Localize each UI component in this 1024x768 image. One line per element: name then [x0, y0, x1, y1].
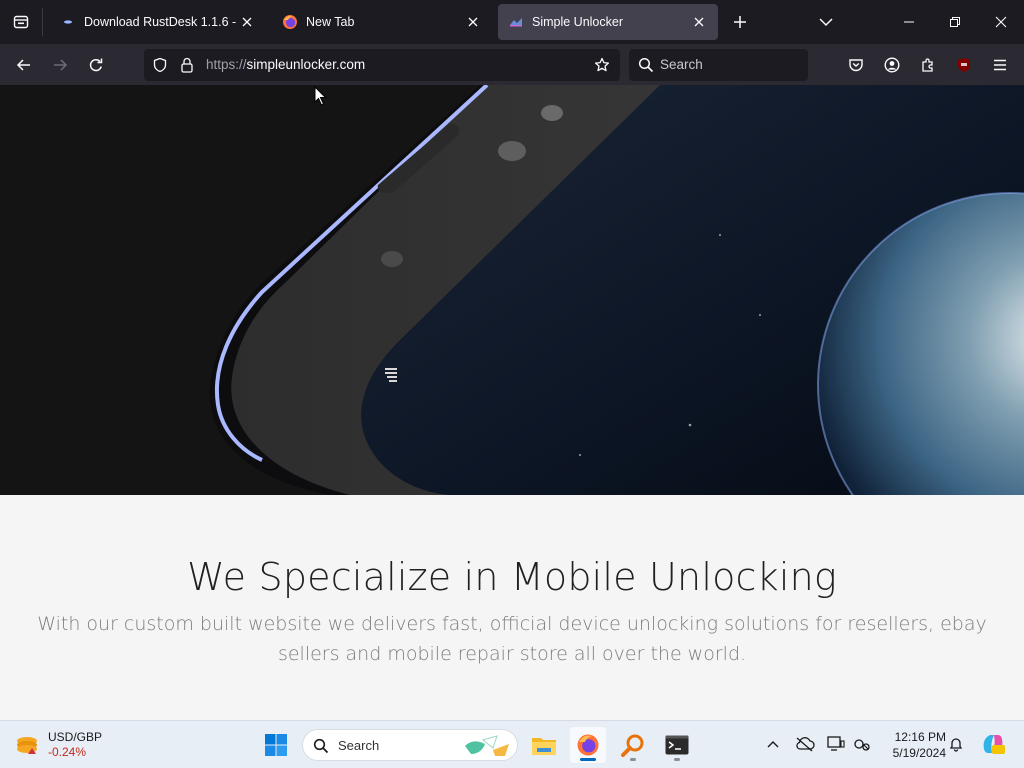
new-tab-button[interactable] — [724, 8, 756, 36]
network-disconnected-icon — [854, 739, 870, 751]
search-bar[interactable]: Search — [629, 49, 808, 81]
taskbar-firefox[interactable] — [570, 727, 606, 763]
forward-button[interactable] — [44, 49, 76, 81]
hamburger-menu-icon — [994, 59, 1006, 71]
restore-button[interactable] — [932, 0, 978, 44]
reload-icon — [89, 58, 103, 72]
lock-icon[interactable] — [179, 57, 195, 73]
taskbar-terminal[interactable] — [659, 727, 695, 763]
list-all-tabs-button[interactable] — [810, 8, 842, 36]
tab-close-icon[interactable] — [690, 13, 708, 31]
taskbar-search-box[interactable]: Search — [302, 729, 518, 761]
tab-close-icon[interactable] — [464, 13, 482, 31]
start-button[interactable] — [258, 727, 294, 763]
copilot-button[interactable] — [979, 730, 1007, 758]
firefox-view-icon — [13, 15, 29, 29]
monitor-icon — [827, 736, 845, 751]
network-tray-button[interactable] — [851, 733, 873, 755]
chevron-up-icon — [767, 741, 779, 748]
tab-simple-unlocker[interactable]: Simple Unlocker — [498, 4, 718, 40]
mouse-cursor-icon — [314, 86, 327, 106]
page-headline: We Specialize in Mobile Unlocking — [187, 555, 837, 599]
tab-title: Simple Unlocker — [532, 15, 624, 29]
bell-icon — [949, 738, 963, 752]
widget-change: -0.24% — [48, 745, 87, 759]
folder-icon — [532, 738, 556, 755]
clock[interactable]: 12:16 PM 5/19/2024 — [880, 729, 946, 761]
display-tray-button[interactable] — [825, 733, 847, 755]
taskbar-file-explorer[interactable] — [526, 727, 562, 763]
close-window-button[interactable] — [978, 0, 1024, 44]
notifications-button[interactable] — [945, 733, 967, 755]
terminal-icon — [665, 735, 689, 755]
url-text[interactable]: https://simpleunlocker.com — [206, 57, 365, 72]
firefox-favicon-icon — [282, 14, 298, 30]
clock-time: 12:16 PM — [894, 730, 946, 744]
show-hidden-icons-button[interactable] — [762, 733, 784, 755]
plus-icon — [734, 16, 746, 28]
search-icon — [638, 57, 654, 73]
puzzle-icon — [922, 58, 933, 72]
ublock-origin-icon — [958, 58, 970, 72]
app-menu-button[interactable] — [984, 49, 1016, 81]
firefox-icon — [577, 734, 599, 756]
tab-divider — [42, 8, 43, 36]
pocket-button[interactable] — [840, 49, 872, 81]
close-icon — [995, 16, 1007, 28]
minimize-button[interactable] — [886, 0, 932, 44]
simple-unlocker-favicon-icon — [508, 14, 524, 30]
pocket-icon — [849, 59, 863, 72]
ublock-origin-button[interactable] — [948, 49, 980, 81]
back-button[interactable] — [8, 49, 40, 81]
arrow-left-icon — [16, 59, 30, 71]
rustdesk-favicon-icon — [60, 14, 76, 30]
chevron-down-icon — [819, 18, 833, 27]
page-subtext: With our custom built website we deliver… — [37, 613, 987, 665]
hero-phone-image — [0, 85, 1024, 495]
widget-currency-pair: USD/GBP — [48, 730, 103, 744]
firefox-view-button[interactable] — [0, 0, 42, 44]
windows-taskbar: USD/GBP -0.24% Search 12:16 PM 5/19/2024 — [0, 720, 1024, 768]
restore-icon — [950, 17, 960, 27]
tab-rustdesk[interactable]: Download RustDesk 1.1.6 - free — [50, 4, 266, 40]
magnifier-app-icon — [621, 734, 644, 757]
cloud-offline-icon — [796, 737, 815, 752]
page-content: We Specialize in Mobile Unlocking With o… — [0, 85, 1024, 720]
extensions-button[interactable] — [912, 49, 944, 81]
navigation-toolbar: https://simpleunlocker.com Search — [0, 44, 1024, 85]
url-scheme: https:// — [206, 57, 247, 72]
tab-new-tab[interactable]: New Tab — [272, 4, 492, 40]
account-button[interactable] — [876, 49, 908, 81]
search-highlight-icon — [465, 735, 509, 756]
url-host: simpleunlocker.com — [246, 57, 366, 72]
search-placeholder: Search — [660, 57, 703, 72]
search-icon — [313, 738, 329, 754]
minimize-icon — [904, 21, 914, 23]
bookmark-star-icon[interactable] — [594, 57, 610, 73]
taskbar-search-placeholder: Search — [338, 738, 380, 753]
active-app-indicator — [580, 758, 596, 761]
copilot-icon — [983, 735, 1005, 754]
running-app-indicator — [630, 758, 636, 761]
tab-title: New Tab — [306, 15, 355, 29]
tab-title: Download RustDesk 1.1.6 - free — [84, 15, 238, 29]
clock-date: 5/19/2024 — [892, 746, 946, 760]
account-icon — [884, 57, 900, 73]
taskbar-search-everything[interactable] — [615, 727, 651, 763]
arrow-right-icon — [54, 59, 68, 71]
tab-close-icon[interactable] — [238, 13, 256, 31]
currency-stack-icon — [17, 737, 37, 754]
running-app-indicator — [674, 758, 680, 761]
tracking-protection-shield-icon[interactable] — [152, 57, 168, 73]
reload-button[interactable] — [80, 49, 112, 81]
windows-logo-icon — [265, 734, 287, 756]
address-bar[interactable]: https://simpleunlocker.com — [144, 49, 620, 81]
weather-finance-widget[interactable]: USD/GBP -0.24% — [14, 727, 102, 763]
tab-strip: Download RustDesk 1.1.6 - free New Tab S… — [0, 0, 1024, 44]
onedrive-tray-button[interactable] — [794, 733, 816, 755]
